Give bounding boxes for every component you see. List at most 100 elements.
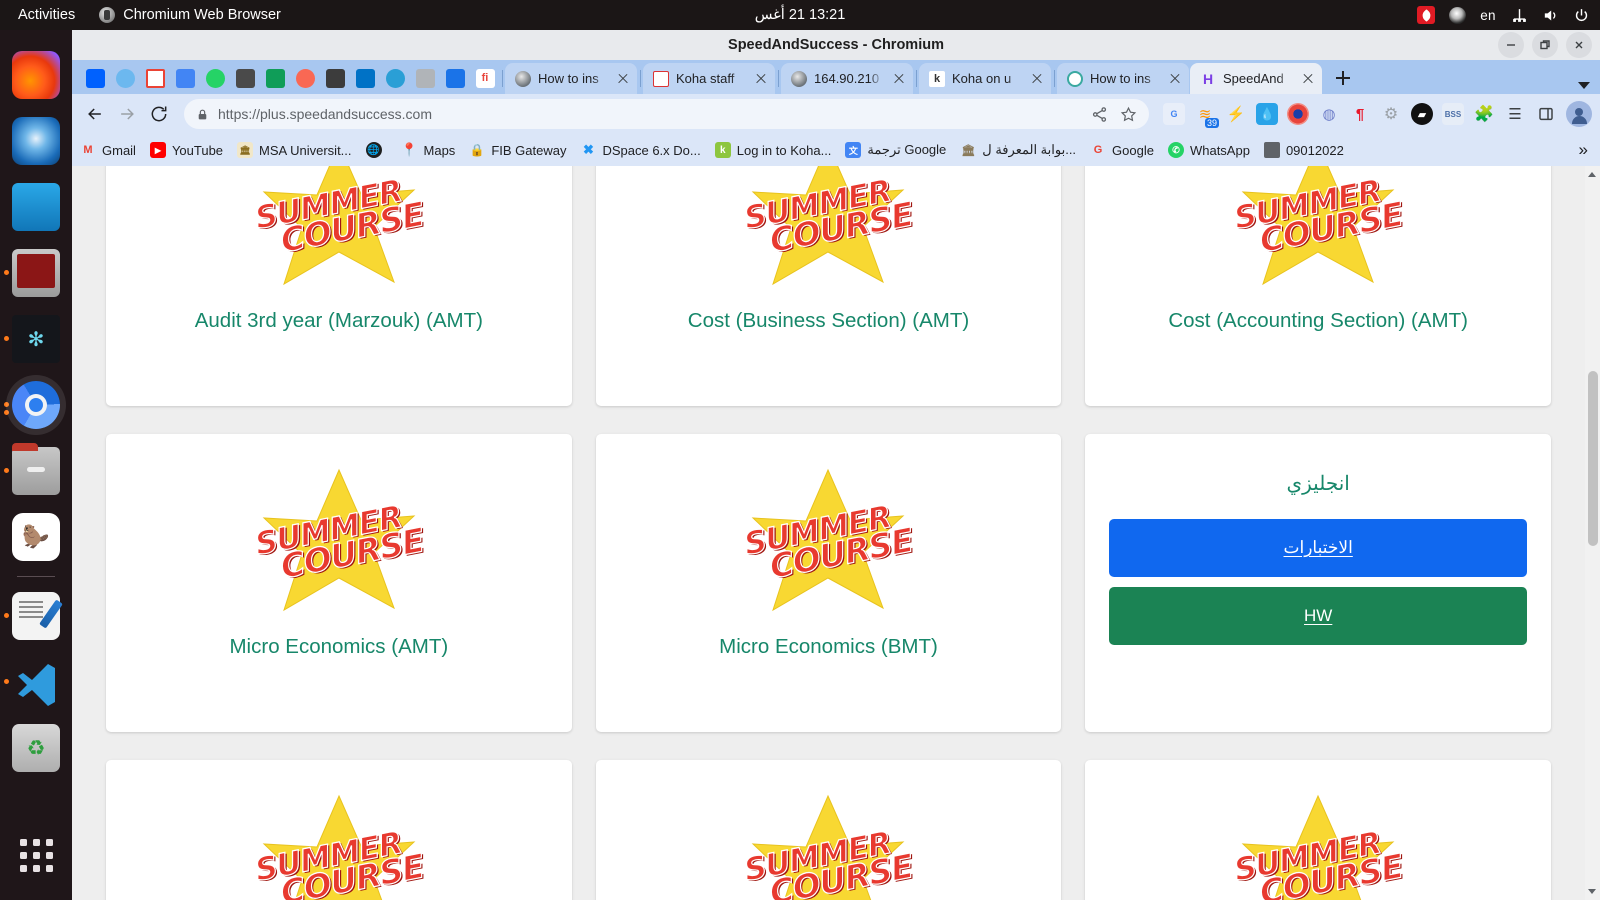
reload-button[interactable] xyxy=(144,99,174,129)
course-title[interactable]: Cost (Accounting Section) (AMT) xyxy=(1168,308,1468,334)
address-bar[interactable]: https://plus.speedandsuccess.com xyxy=(184,99,1149,129)
tab-close-icon[interactable] xyxy=(615,71,631,87)
rss-feed-extension-icon[interactable]: ≋ 39 xyxy=(1194,103,1219,128)
dock-item-terminal[interactable] xyxy=(0,240,72,306)
card-micro-economics-amt[interactable]: SUMMER COURSE Micro Economics (AMT) xyxy=(106,434,572,732)
pinned-tab-sheets[interactable] xyxy=(262,65,288,91)
close-button[interactable] xyxy=(1566,32,1592,58)
pinned-tab-outlook[interactable] xyxy=(352,65,378,91)
show-applications-button[interactable] xyxy=(0,830,72,880)
restore-button[interactable] xyxy=(1532,32,1558,58)
bookmark-msa-university[interactable]: 🏛 MSA Universit... xyxy=(237,142,352,158)
tab-close-icon[interactable] xyxy=(1300,71,1316,87)
bookmark-folder-09012022[interactable]: 09012022 xyxy=(1263,142,1344,158)
card-cost-accounting[interactable]: SUMMER COURSE Cost (Accounting Section) (… xyxy=(1085,166,1551,406)
bookmark-globe[interactable]: 🌐 xyxy=(365,142,388,158)
dock-item-dbeaver[interactable]: 🦫 xyxy=(0,504,72,570)
gear-extension-icon[interactable]: ⚙ xyxy=(1380,103,1402,125)
scrollbar-thumb[interactable] xyxy=(1588,371,1598,546)
tab-koha-staff[interactable]: Koha staff xyxy=(643,63,775,94)
grammarly-extension-icon[interactable]: ¶ xyxy=(1349,103,1371,125)
pinned-tab-chart[interactable] xyxy=(442,65,468,91)
new-tab-button[interactable] xyxy=(1329,64,1357,92)
dock-item-text-editor[interactable] xyxy=(0,583,72,649)
pinned-tab-bird[interactable] xyxy=(232,65,258,91)
card-row3-col2[interactable]: SUMMER COURSE xyxy=(595,760,1062,900)
dock-item-snowflake[interactable]: ✻ xyxy=(0,306,72,372)
bookmark-fib-gateway[interactable]: 🔒 FIB Gateway xyxy=(469,142,567,158)
bookmark-log-in-to-koha[interactable]: k Log in to Koha... xyxy=(714,142,831,158)
bookmarks-overflow-button[interactable]: » xyxy=(1579,140,1592,160)
screen-record-icon[interactable] xyxy=(1417,6,1435,24)
bss-extension-icon[interactable]: BSS xyxy=(1442,103,1464,125)
back-button[interactable] xyxy=(80,99,110,129)
eye-extension-icon[interactable] xyxy=(1287,103,1309,125)
bookmark-youtube[interactable]: ▶ YouTube xyxy=(149,142,223,158)
card-row3-col3[interactable]: SUMMER COURSE xyxy=(1085,760,1551,900)
app-menu-button[interactable]: Chromium Web Browser xyxy=(89,7,291,23)
tab-ip-164-90-210[interactable]: 164.90.210 xyxy=(781,63,913,94)
chevron-down-icon[interactable] xyxy=(1578,82,1590,89)
tab-how-to-install-1[interactable]: How to ins xyxy=(505,63,637,94)
bookmark-google[interactable]: G Google xyxy=(1090,142,1154,158)
dark-circle-extension-icon[interactable]: ▰ xyxy=(1411,103,1433,125)
reading-list-icon[interactable]: ☰ xyxy=(1504,103,1526,125)
extensions-puzzle-icon[interactable]: 🧩 xyxy=(1473,103,1495,125)
pinned-tab-cloud[interactable] xyxy=(112,65,138,91)
tab-koha-on-ubuntu[interactable]: k Koha on u xyxy=(919,63,1051,94)
course-title[interactable]: Cost (Business Section) (AMT) xyxy=(688,308,969,334)
pinned-tab-translate[interactable] xyxy=(172,65,198,91)
exams-button[interactable]: الاختبارات xyxy=(1109,519,1527,577)
scrollbar-up-arrow[interactable] xyxy=(1587,170,1598,181)
card-cost-business[interactable]: SUMMER COURSE Cost (Business Section) (AM… xyxy=(595,166,1062,406)
tab-close-icon[interactable] xyxy=(891,71,907,87)
network-wired-icon[interactable] xyxy=(1510,6,1528,24)
pinned-tab-dropbox[interactable] xyxy=(82,65,108,91)
dock-item-files[interactable] xyxy=(0,438,72,504)
share-icon[interactable] xyxy=(1091,106,1108,123)
card-micro-economics-bmt[interactable]: SUMMER COURSE Micro Economics (BMT) xyxy=(595,434,1062,732)
tab-how-to-install-2[interactable]: How to ins xyxy=(1057,63,1189,94)
bookmark-whatsapp[interactable]: ✆ WhatsApp xyxy=(1167,142,1250,158)
pinned-tab-gmail[interactable] xyxy=(142,65,168,91)
clock[interactable]: 13:21 21 أغس xyxy=(755,7,846,23)
pinned-tab-patreon[interactable] xyxy=(292,65,318,91)
course-title[interactable]: Micro Economics (BMT) xyxy=(719,634,938,660)
tab-close-icon[interactable] xyxy=(753,71,769,87)
volume-icon[interactable] xyxy=(1541,6,1559,24)
forward-button[interactable] xyxy=(112,99,142,129)
pinned-tab-archive[interactable] xyxy=(412,65,438,91)
pinned-tab-notes[interactable] xyxy=(322,65,348,91)
activities-button[interactable]: Activities xyxy=(0,7,89,23)
keyboard-language-indicator[interactable]: en xyxy=(1479,6,1497,24)
card-row3-col1[interactable]: SUMMER COURSE xyxy=(106,760,572,900)
dock-item-thunderbird[interactable] xyxy=(0,108,72,174)
bookmark-ekb-gateway[interactable]: 🏛 بوابة المعرفة ل... xyxy=(960,142,1076,158)
homework-button[interactable]: HW xyxy=(1109,587,1527,645)
card-audit-3rd-year[interactable]: SUMMER COURSE Audit 3rd year (Marzouk) (A… xyxy=(106,166,572,406)
dock-item-firefox[interactable] xyxy=(0,42,72,108)
course-title[interactable]: Audit 3rd year (Marzouk) (AMT) xyxy=(195,308,483,334)
google-translate-extension-icon[interactable]: G xyxy=(1163,103,1185,125)
tab-close-icon[interactable] xyxy=(1029,71,1045,87)
pinned-tab-whatsapp[interactable] xyxy=(202,65,228,91)
power-icon[interactable] xyxy=(1572,6,1590,24)
dock-item-chromium[interactable] xyxy=(0,372,72,438)
profile-avatar-icon[interactable] xyxy=(1566,101,1592,127)
side-panel-icon[interactable] xyxy=(1535,103,1557,125)
pinned-tab-sync[interactable] xyxy=(382,65,408,91)
camera-indicator-icon[interactable] xyxy=(1448,6,1466,24)
minimize-button[interactable] xyxy=(1498,32,1524,58)
bookmark-star-icon[interactable] xyxy=(1120,106,1137,123)
url-text[interactable]: https://plus.speedandsuccess.com xyxy=(218,106,1082,122)
page-scrollbar[interactable] xyxy=(1585,166,1600,900)
tab-close-icon[interactable] xyxy=(1167,71,1183,87)
lock-icon[interactable] xyxy=(196,108,209,121)
dock-item-trash[interactable]: ♻ xyxy=(0,715,72,781)
course-title[interactable]: Micro Economics (AMT) xyxy=(229,634,448,660)
spiral-extension-icon[interactable]: ◍ xyxy=(1318,103,1340,125)
pinned-tab-figma[interactable]: fi xyxy=(472,65,498,91)
bookmark-gmail[interactable]: M Gmail xyxy=(80,142,136,158)
bookmark-dspace[interactable]: ✖ DSpace 6.x Do... xyxy=(580,142,701,158)
tab-speedandsuccess[interactable]: H SpeedAnd xyxy=(1190,63,1322,94)
